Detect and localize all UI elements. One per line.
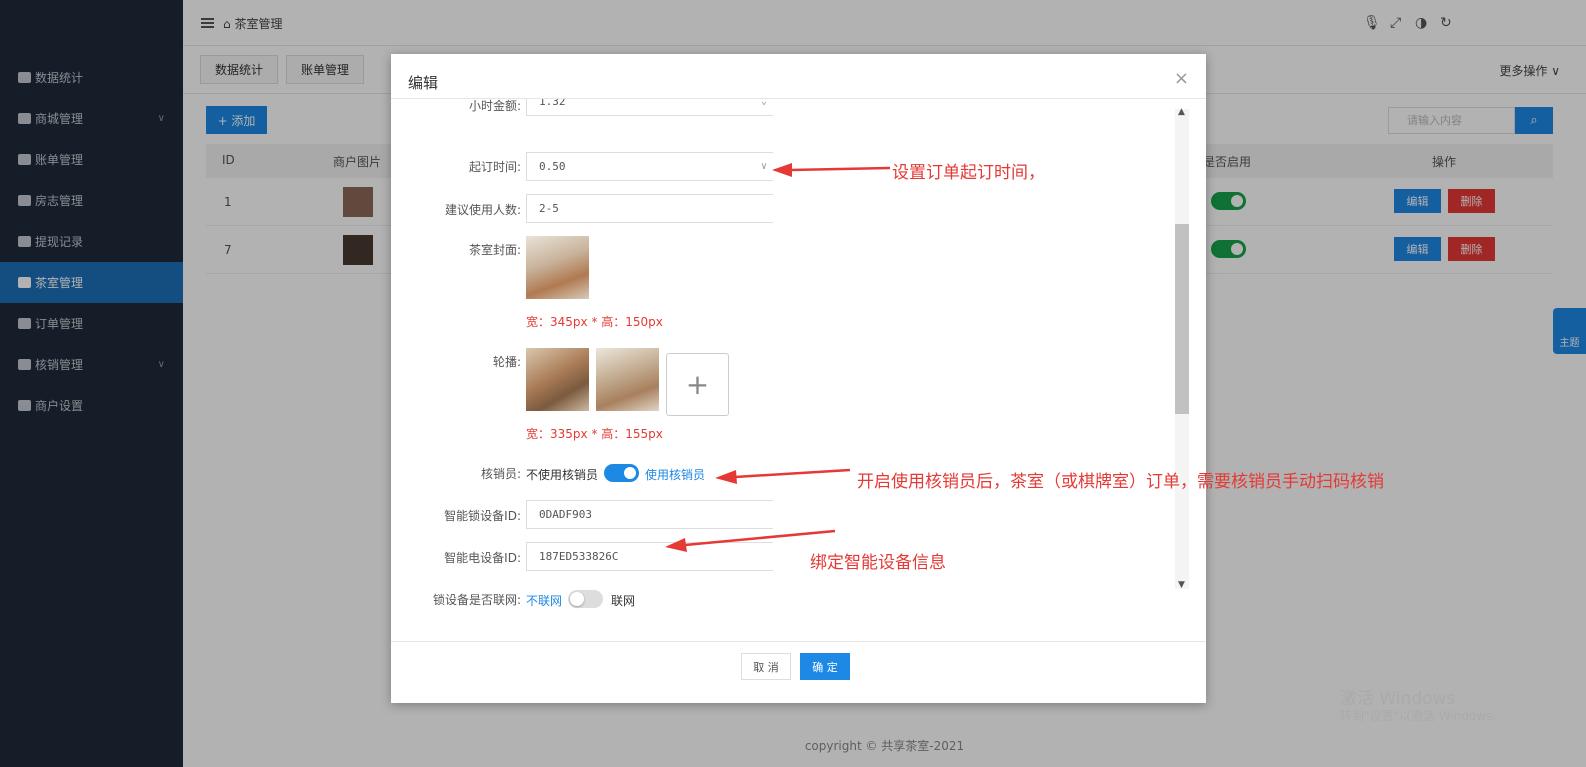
- divider: [391, 641, 1206, 642]
- chevron-down-icon: ∨: [760, 161, 767, 172]
- cover-size-tip: 宽：345px * 高：150px: [526, 315, 663, 329]
- carousel-image[interactable]: [596, 348, 659, 411]
- annotation-device: 绑定智能设备信息: [810, 553, 946, 573]
- cover-image[interactable]: [526, 236, 589, 299]
- network-toggle[interactable]: [568, 590, 603, 608]
- annotation-start-time: 设置订单起订时间，: [892, 163, 1045, 183]
- activation-watermark-title: 激活 Windows: [1340, 689, 1456, 709]
- cover-label: 茶室封面:: [468, 243, 521, 257]
- network-on-label: 联网: [611, 594, 636, 608]
- people-label: 建议使用人数:: [444, 203, 521, 217]
- close-icon[interactable]: ×: [1174, 68, 1189, 89]
- verifier-toggle[interactable]: [604, 464, 639, 482]
- network-off-label: 不联网: [526, 594, 563, 608]
- scroll-up-icon[interactable]: ▲: [1178, 107, 1185, 117]
- network-label: 锁设备是否联网:: [432, 593, 521, 607]
- modal-body: 小时金额: 1.32 ⌄ 起订时间: 0.50 ∨ 建议使用人数: 2-5 茶室封面…: [391, 99, 1206, 641]
- people-input[interactable]: 2-5: [526, 194, 773, 223]
- start-time-value: 0.50: [539, 160, 566, 173]
- chevron-down-icon: ⌄: [760, 99, 767, 107]
- verifier-label: 核销员:: [480, 467, 521, 481]
- lock-id-input[interactable]: 0DADF903: [526, 500, 773, 529]
- scroll-down-icon[interactable]: ▼: [1178, 580, 1185, 590]
- power-id-label: 智能电设备ID:: [444, 551, 521, 565]
- power-id-input[interactable]: 187ED533826C: [526, 542, 773, 571]
- lock-id-label: 智能锁设备ID:: [444, 509, 521, 523]
- cancel-button[interactable]: 取 消: [741, 653, 791, 680]
- hour-price-value: 1.32: [539, 99, 566, 108]
- verifier-off-label: 不使用核销员: [526, 468, 599, 482]
- verifier-on-label: 使用核销员: [645, 468, 706, 482]
- annotation-verifier: 开启使用核销员后，茶室（或棋牌室）订单，需要核销员手动扫码核销: [857, 472, 1384, 492]
- confirm-button[interactable]: 确 定: [800, 653, 850, 680]
- carousel-size-tip: 宽：335px * 高：155px: [526, 427, 663, 441]
- carousel-image[interactable]: [526, 348, 589, 411]
- lock-id-value: 0DADF903: [539, 508, 592, 521]
- edit-modal: 编辑 × 小时金额: 1.32 ⌄ 起订时间: 0.50 ∨ 建议使用人数: 2-5…: [391, 54, 1206, 703]
- start-time-label: 起订时间:: [468, 160, 521, 174]
- power-id-value: 187ED533826C: [539, 550, 619, 563]
- start-time-select[interactable]: 0.50 ∨: [526, 152, 773, 181]
- carousel-label: 轮播:: [492, 355, 521, 369]
- scrollbar-thumb[interactable]: [1175, 224, 1189, 414]
- activation-watermark-subtitle: 转到"设置"以激活 Windows。: [1340, 709, 1505, 723]
- modal-title: 编辑: [408, 74, 439, 92]
- hour-price-field[interactable]: 1.32 ⌄: [526, 99, 773, 116]
- people-value: 2-5: [539, 202, 559, 215]
- hour-price-label: 小时金额:: [468, 99, 521, 113]
- upload-plus-icon[interactable]: +: [666, 353, 729, 416]
